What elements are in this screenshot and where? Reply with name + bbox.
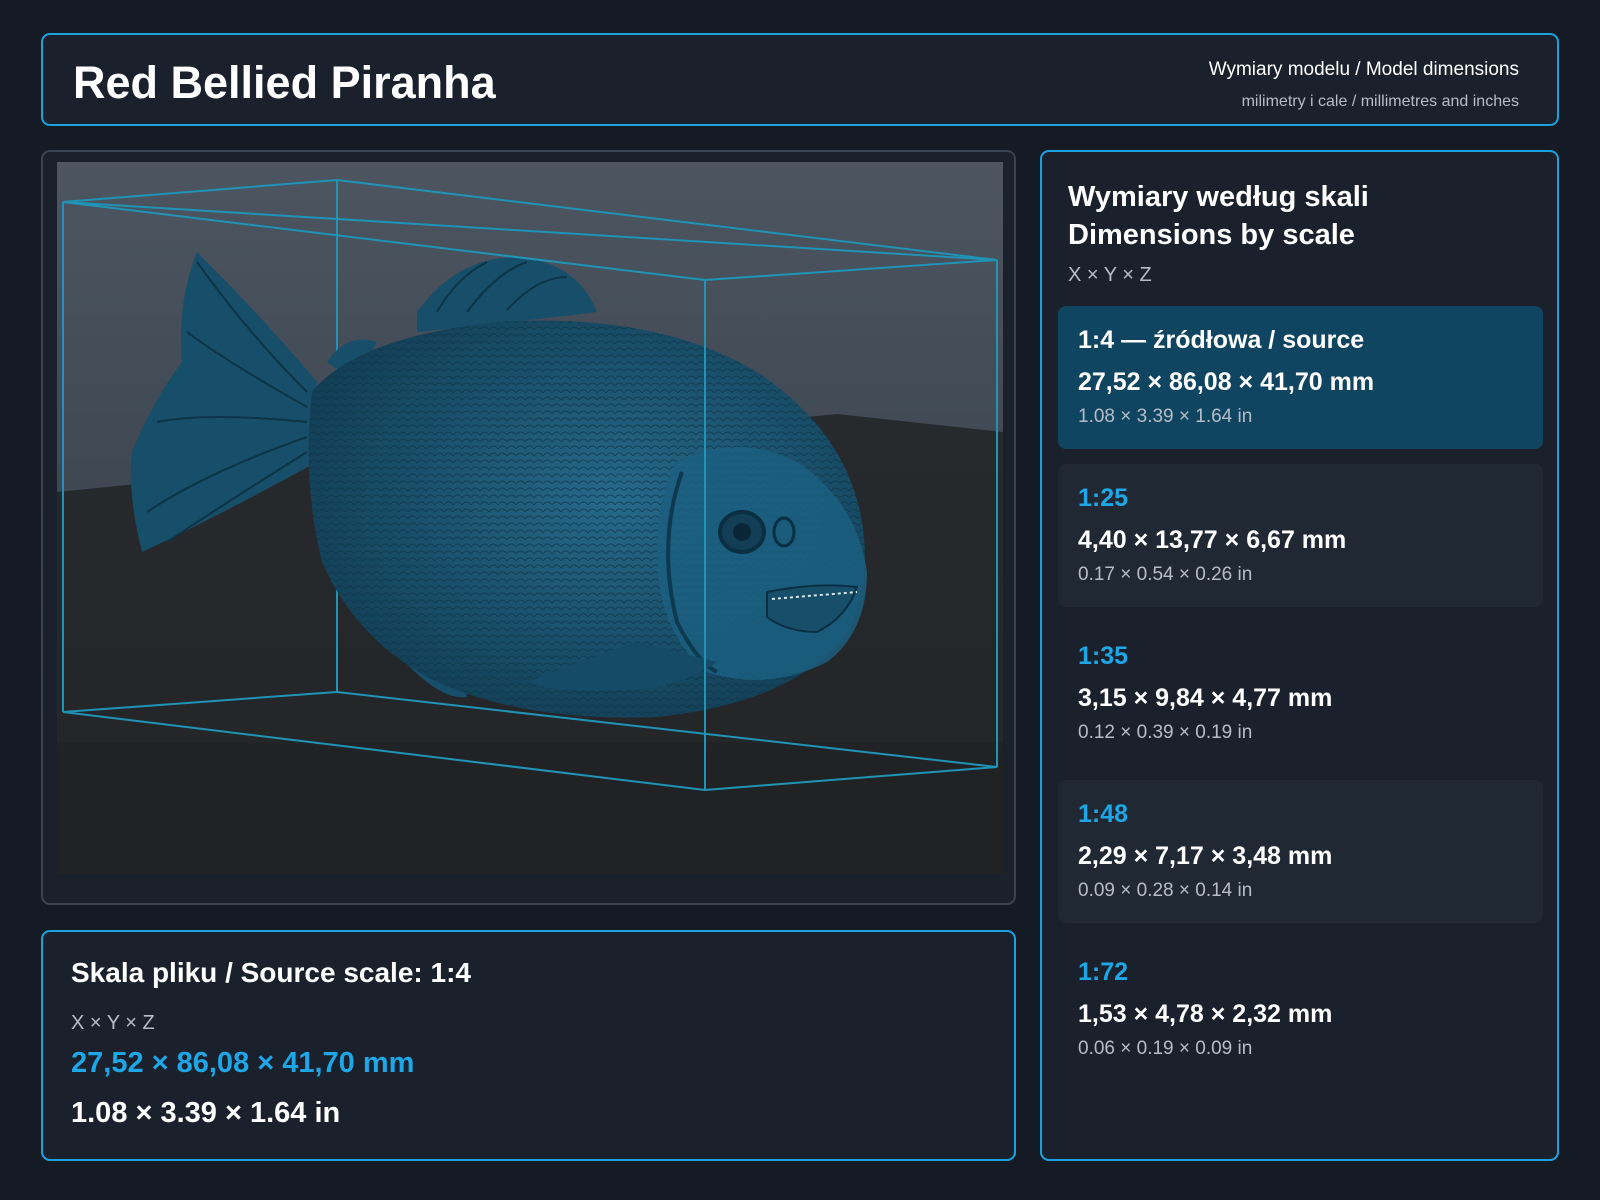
scale-card-1-25[interactable]: 1:25 4,40 × 13,77 × 6,67 mm 0.17 × 0.54 …	[1058, 464, 1543, 607]
source-scale-title: Skala pliku / Source scale: 1:4	[71, 957, 471, 988]
header-units: milimetry i cale / millimetres and inche…	[1241, 93, 1519, 110]
scale-panel-title-en: Dimensions by scale	[1068, 219, 1355, 251]
scale-panel-title: Wymiary według skali Dimensions by scale	[1068, 178, 1369, 254]
source-scale-panel: Skala pliku / Source scale: 1:4 X × Y × …	[41, 930, 1016, 1161]
scale-dimensions-in: 0.09 × 0.28 × 0.14 in	[1078, 880, 1253, 901]
scale-dimensions-mm: 27,52 × 86,08 × 41,70 mm	[1078, 368, 1375, 396]
header-panel: Red Bellied Piranha Wymiary modelu / Mod…	[41, 33, 1559, 126]
scale-dimensions-mm: 1,53 × 4,78 × 2,32 mm	[1078, 1000, 1333, 1028]
source-dimensions-in: 1.08 × 3.39 × 1.64 in	[71, 1097, 341, 1129]
scale-dimensions-in: 1.08 × 3.39 × 1.64 in	[1078, 406, 1253, 427]
scale-panel-title-pl: Wymiary według skali	[1068, 181, 1369, 213]
scale-label: 1:48	[1078, 800, 1129, 828]
source-axes-label: X × Y × Z	[71, 1012, 155, 1034]
source-dimensions-mm: 27,52 × 86,08 × 41,70 mm	[71, 1047, 415, 1079]
header-subtitle: Wymiary modelu / Model dimensions	[1208, 59, 1519, 80]
scale-list: 1:4 — źródłowa / source 27,52 × 86,08 × …	[1058, 306, 1543, 1096]
scale-dimensions-panel: Wymiary według skali Dimensions by scale…	[1040, 150, 1559, 1161]
scale-label: 1:4 — źródłowa / source	[1078, 326, 1365, 354]
scale-dimensions-mm: 2,29 × 7,17 × 3,48 mm	[1078, 842, 1333, 870]
scale-dimensions-in: 0.12 × 0.39 × 0.19 in	[1078, 722, 1253, 743]
header-meta: Wymiary modelu / Model dimensions milime…	[1209, 59, 1519, 111]
page-title: Red Bellied Piranha	[73, 57, 496, 108]
scale-label: 1:25	[1078, 484, 1129, 512]
scale-card-1-4[interactable]: 1:4 — źródłowa / source 27,52 × 86,08 × …	[1058, 306, 1543, 449]
scale-dimensions-in: 0.17 × 0.54 × 0.26 in	[1078, 564, 1253, 585]
scale-dimensions-mm: 3,15 × 9,84 × 4,77 mm	[1078, 684, 1333, 712]
scale-card-1-35[interactable]: 1:35 3,15 × 9,84 × 4,77 mm 0.12 × 0.39 ×…	[1058, 622, 1543, 765]
floor-shadow	[57, 742, 1003, 874]
scale-card-1-72[interactable]: 1:72 1,53 × 4,78 × 2,32 mm 0.06 × 0.19 ×…	[1058, 938, 1543, 1081]
model-render	[57, 162, 1003, 874]
scale-label: 1:35	[1078, 642, 1129, 670]
scale-axes-label: X × Y × Z	[1068, 264, 1152, 286]
scale-dimensions-in: 0.06 × 0.19 × 0.09 in	[1078, 1038, 1253, 1059]
scale-card-1-48[interactable]: 1:48 2,29 × 7,17 × 3,48 mm 0.09 × 0.28 ×…	[1058, 780, 1543, 923]
model-viewer[interactable]	[41, 150, 1016, 905]
scale-label: 1:72	[1078, 958, 1129, 986]
scale-dimensions-mm: 4,40 × 13,77 × 6,67 mm	[1078, 526, 1347, 554]
